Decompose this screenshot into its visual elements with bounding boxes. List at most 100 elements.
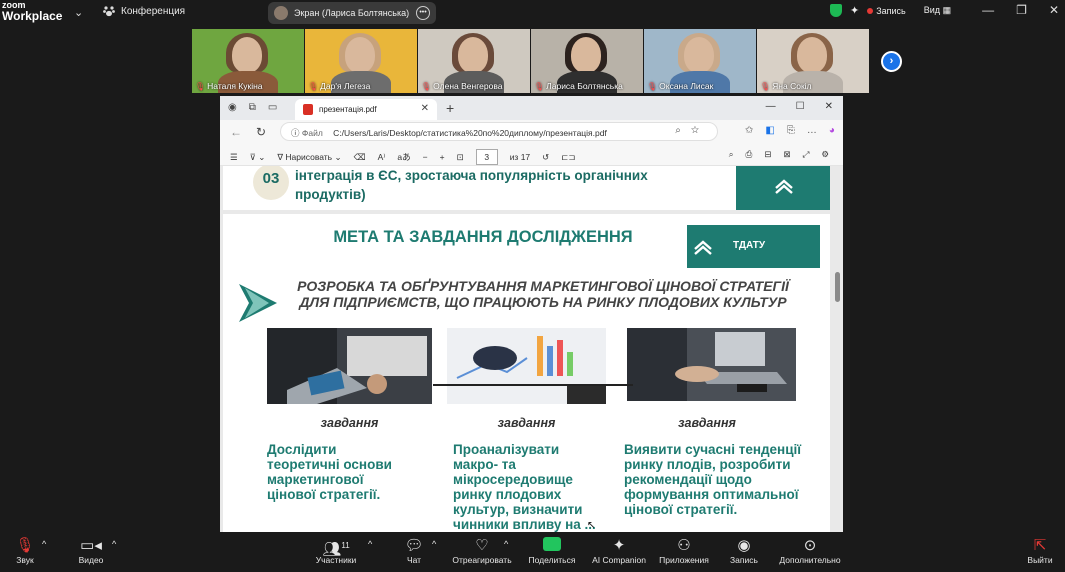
refresh-icon[interactable]: ↻ [256,125,266,139]
participants-options-caret-icon[interactable]: ^ [368,539,372,549]
close-icon[interactable]: ✕ [1049,3,1059,17]
participant-face [797,37,827,73]
url-text: C:/Users/Laris/Desktop/статистика%20по%2… [333,128,607,138]
address-bar[interactable]: ⓘ Файл C:/Users/Laris/Desktop/статистика… [280,122,718,141]
participants-button[interactable]: 👥︎11 Участники [312,537,360,565]
grid-icon: ▦ [942,5,952,15]
apps-button[interactable]: ⚇ Приложения [656,537,712,565]
participant-tile[interactable]: 🎙︎ Олена Венгерова [418,29,530,93]
zoom-in-icon[interactable]: + [440,152,445,162]
mic-muted-icon: 🎙︎ [421,81,432,91]
screen-share-indicator[interactable]: Экран (Лариса Болтянська) ••• [268,2,436,24]
save-icon[interactable]: ⊟ [764,149,771,160]
slide-title: МЕТА ТА ЗАВДАННЯ ДОСЛІДЖЕННЯ [333,228,633,246]
paw-icon [103,6,115,17]
rotate-icon[interactable]: ↺ [542,152,549,163]
fullscreen-icon[interactable]: ⤢ [803,149,810,160]
leave-button[interactable]: ⇱ Выйти [1026,537,1054,565]
mic-muted-icon: 🎙︎ [308,81,319,91]
print-icon[interactable]: ⎙ [746,149,753,160]
participant-tile[interactable]: 🎙︎ Оксана Лисак [644,29,756,93]
read-aloud-icon[interactable]: A⁾ [378,152,386,163]
gear-icon[interactable]: ⚙ [821,149,829,160]
restore-icon[interactable]: ❐ [1016,3,1027,17]
chat-options-caret-icon[interactable]: ^ [432,539,436,549]
copilot-icon[interactable]: ◕ [829,125,835,136]
shield-icon[interactable] [830,4,842,17]
minimize-icon[interactable]: — [982,3,994,17]
highlight-icon[interactable]: ⊽ ⌄ [250,152,266,163]
close-icon[interactable]: ✕ [825,101,833,112]
close-tab-icon[interactable]: ✕ [421,103,429,114]
draw-button[interactable]: ∇ Нарисовать ⌄ [277,152,341,163]
photo-tablet-charts [267,328,432,404]
eraser-icon[interactable]: ⌫ [354,152,366,163]
back-arrow-icon[interactable]: ← [230,125,242,139]
photo-laptop-work [627,328,796,401]
fit-page-icon[interactable]: ⊡ [457,152,464,163]
participant-tile[interactable]: 🎙︎ Дар'я Легеза [305,29,417,93]
chevron-down-icon[interactable]: ⌄ [74,6,83,19]
page-total: из 17 [509,152,531,162]
favorites-bar-icon[interactable]: ⎘ [787,125,795,136]
next-page-arrow-icon[interactable]: › [881,51,902,72]
record-indicator[interactable]: Запись [867,6,906,16]
share-button[interactable]: Поделиться [526,537,578,565]
view-button[interactable]: Вид ▦ [924,5,951,16]
search-icon[interactable]: ⌕ [729,149,734,160]
apps-icon: ⚇ [677,537,691,554]
mic-muted-icon: 🎙︎ [195,81,206,91]
zoom-meeting-toolbar: 🎙︎ Звук ^ ▭◂ Видео ^ 👥︎11 Участники ^ 💬︎… [0,533,1065,572]
zoom-logo[interactable]: zoom Workplace [2,0,62,22]
previous-slide-text: інтеграція в ЄС, зростаюча популярність … [295,168,648,202]
zoom-favorite-icons[interactable]: ⌕☆ [675,125,709,136]
page-number-input[interactable]: 3 [475,149,498,165]
favorites-icon[interactable]: ✩ [745,125,753,136]
translate-icon[interactable]: aあ [397,151,410,163]
file-label: Файл [301,128,323,138]
browser-extensions: ✩ ◧ ⎘ … ◕ [745,125,835,136]
more-button[interactable]: ⊙ Дополнительно [776,537,844,565]
pdf-viewer[interactable]: 03 інтеграція в ЄС, зростаюча популярніс… [220,166,843,532]
tab-title: презентація.pdf [319,105,377,114]
react-options-caret-icon[interactable]: ^ [504,539,508,549]
decorative-arrow-icon [239,284,277,322]
contents-icon[interactable]: ☰ [230,152,238,163]
participant-tile[interactable]: 🎙︎ Яна Сокіл [757,29,869,93]
ai-companion-button[interactable]: ✦ AI Companion [590,537,648,565]
task-label-3: завдання [678,416,736,430]
participant-name: 🎙︎ Яна Сокіл [760,81,812,91]
record-button[interactable]: ◉ Запись [728,537,760,565]
video-options-caret-icon[interactable]: ^ [112,539,116,549]
conference-info-button[interactable]: Конференция [103,5,185,17]
save-as-icon[interactable]: ⊠ [783,149,790,160]
maximize-icon[interactable]: ☐ [796,101,805,112]
university-logo-text: ТДАТУ [733,240,766,251]
chat-button[interactable]: 💬︎ Чат [402,537,426,565]
nav-buttons: ← ↻ [230,125,266,139]
pdf-page-previous: 03 інтеграція в ЄС, зростаюча популярніс… [223,166,830,210]
collections-icon[interactable]: ⧉ [249,102,256,113]
ai-sparkle-icon: ✦ [612,537,626,554]
vertical-scrollbar[interactable] [835,272,840,302]
sound-button[interactable]: 🎙︎ Звук [12,537,38,565]
participant-tile[interactable]: 🎙︎ Лариса Болтянська [531,29,643,93]
sound-options-caret-icon[interactable]: ^ [42,539,46,549]
sparkle-icon[interactable]: ✦ [850,4,859,17]
more-options-icon[interactable]: ••• [416,6,430,20]
participant-tile[interactable]: 🎙︎ Наталя Кукіна [192,29,304,93]
settings-more-icon[interactable]: … [807,125,817,136]
split-screen-icon[interactable]: ◧ [765,125,774,136]
record-dot-icon [867,7,874,14]
page-view-icon[interactable]: ⊏⊐ [561,152,575,163]
shared-browser-window: ◉ ⧉ ▭ презентація.pdf ✕ + — ☐ ✕ ← ↻ ⓘ Фа… [220,96,843,532]
tab-actions-icon[interactable]: ▭ [268,102,277,113]
zoom-out-icon[interactable]: − [423,152,428,162]
top-right-controls: ✦ Запись Вид ▦ [830,4,951,17]
new-tab-icon[interactable]: + [446,100,454,116]
tab-pdf[interactable]: презентація.pdf ✕ [295,99,437,120]
profile-icon[interactable]: ◉ [228,102,237,113]
university-logo-band: ТДАТУ [687,225,820,268]
video-button[interactable]: ▭◂ Видео [76,537,106,565]
minimize-icon[interactable]: — [766,101,776,112]
